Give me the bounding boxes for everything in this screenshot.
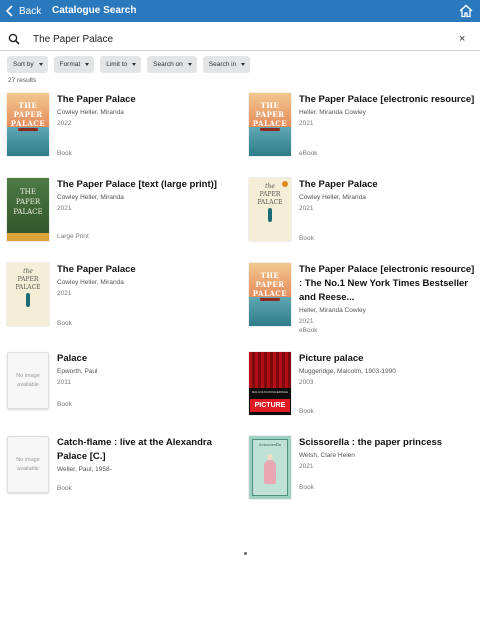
- filter-bar: Sort by Format Limit to Search on Search…: [7, 56, 251, 73]
- result-title: The Paper Palace [electronic resource]: [299, 94, 475, 105]
- chip-label: Limit to: [106, 61, 128, 68]
- caret-down-icon: [132, 63, 137, 66]
- format-dropdown[interactable]: Format: [53, 56, 95, 73]
- result-item[interactable]: THE PAPER PALACE The Paper Palace Cowley…: [7, 93, 227, 163]
- result-year: 2011: [57, 379, 71, 386]
- page-title: Catalogue Search: [52, 5, 137, 16]
- book-cover-image: THE PAPER PALACE: [249, 263, 291, 326]
- chip-label: Search on: [153, 61, 183, 68]
- chip-label: Search in: [208, 61, 237, 68]
- result-year: 2021: [57, 205, 72, 212]
- result-format: Book: [57, 320, 72, 327]
- result-title: Scissorella : the paper princess: [299, 437, 443, 448]
- results-count: 27 results: [8, 77, 37, 84]
- book-cover-image: the PAPER PALACE: [249, 178, 291, 241]
- result-year: 2021: [299, 463, 314, 470]
- no-image-placeholder: No image available: [7, 352, 49, 409]
- chip-label: Format: [59, 61, 81, 68]
- chevron-left-icon: [5, 5, 13, 17]
- result-author: Heller, Miranda Cowley: [299, 109, 366, 116]
- result-author: Cowley Heller, Miranda: [299, 194, 366, 201]
- result-item[interactable]: THE PAPER PALACE The Paper Palace [text …: [7, 178, 227, 248]
- result-author: Muggeridge, Malcolm, 1903-1990: [299, 368, 396, 375]
- result-author: Epworth, Paul: [57, 368, 98, 375]
- caret-down-icon: [38, 63, 43, 66]
- result-title: The Paper Palace: [299, 179, 378, 190]
- result-title: Palace: [57, 353, 88, 364]
- result-item[interactable]: THE PAPER PALACE The Paper Palace [elect…: [249, 93, 474, 163]
- result-format: eBook: [299, 150, 318, 157]
- result-format: eBook: [299, 327, 318, 334]
- back-button[interactable]: Back: [5, 3, 41, 19]
- result-title: The Paper Palace [electronic resource] :…: [299, 264, 475, 303]
- back-label: Back: [19, 5, 42, 17]
- result-title: The Paper Palace: [57, 94, 136, 105]
- result-format: Book: [57, 401, 72, 408]
- result-format: Large Print: [57, 233, 89, 240]
- result-format: Book: [57, 485, 72, 492]
- limit-to-dropdown[interactable]: Limit to: [100, 56, 142, 73]
- result-title: The Paper Palace: [57, 264, 136, 275]
- result-year: 2021: [57, 290, 72, 297]
- result-year: 2022: [57, 120, 72, 127]
- clear-search-icon[interactable]: ×: [459, 32, 465, 46]
- search-bar: ×: [0, 28, 480, 51]
- caret-down-icon: [187, 63, 192, 66]
- result-item[interactable]: Scissorella Scissorella : the paper prin…: [249, 436, 469, 506]
- result-year: 2021: [299, 120, 314, 127]
- result-item[interactable]: No image available Palace Epworth, Paul …: [7, 352, 227, 422]
- result-author: Weller, Paul, 1958-: [57, 466, 112, 473]
- no-image-placeholder: No image available: [7, 436, 49, 493]
- result-author: Cowley Heller, Miranda: [57, 109, 124, 116]
- result-year: 2021: [299, 318, 314, 325]
- result-author: Heller, Miranda Cowley: [299, 307, 366, 314]
- book-cover-image: THE PAPER PALACE: [7, 178, 49, 241]
- top-app-bar: Back Catalogue Search: [0, 0, 480, 22]
- result-title: The Paper Palace [text (large print)]: [57, 179, 217, 190]
- result-item[interactable]: THE PAPER PALACE The Paper Palace [elect…: [249, 263, 474, 334]
- book-cover-image: Scissorella: [249, 436, 291, 499]
- loading-indicator: [244, 552, 247, 555]
- result-title: Picture palace: [299, 353, 364, 364]
- book-cover-image: THE PAPER PALACE: [7, 93, 49, 156]
- caret-down-icon: [241, 63, 246, 66]
- result-item[interactable]: the PAPER PALACE The Paper Palace Cowley…: [7, 263, 227, 333]
- result-author: Cowley Heller, Miranda: [57, 194, 124, 201]
- result-format: Book: [299, 235, 314, 242]
- result-year: 2003: [299, 379, 314, 386]
- result-author: Welsh, Clare Helen: [299, 452, 355, 459]
- result-format: Book: [299, 484, 314, 491]
- home-icon[interactable]: [458, 3, 474, 19]
- search-icon: [8, 33, 20, 45]
- result-author: Cowley Heller, Miranda: [57, 279, 124, 286]
- book-cover-image: MALCOLM MUGGERIDGE PICTURE PALACE: [249, 352, 291, 415]
- caret-down-icon: [85, 63, 90, 66]
- chip-label: Sort by: [13, 61, 34, 68]
- result-format: Book: [299, 408, 314, 415]
- book-cover-image: THE PAPER PALACE: [249, 93, 291, 156]
- result-title: Catch-flame : live at the Alexandra Pala…: [57, 437, 212, 462]
- result-item[interactable]: No image available Catch-flame : live at…: [7, 436, 227, 506]
- book-cover-image: the PAPER PALACE: [7, 263, 49, 326]
- search-on-dropdown[interactable]: Search on: [147, 56, 197, 73]
- result-year: 2021: [299, 205, 314, 212]
- result-item[interactable]: MALCOLM MUGGERIDGE PICTURE PALACE Pictur…: [249, 352, 469, 422]
- result-item[interactable]: the PAPER PALACE The Paper Palace Cowley…: [249, 178, 469, 248]
- search-in-dropdown[interactable]: Search in: [202, 56, 251, 73]
- search-input[interactable]: [33, 32, 443, 46]
- sort-by-dropdown[interactable]: Sort by: [7, 56, 48, 73]
- result-format: Book: [57, 150, 72, 157]
